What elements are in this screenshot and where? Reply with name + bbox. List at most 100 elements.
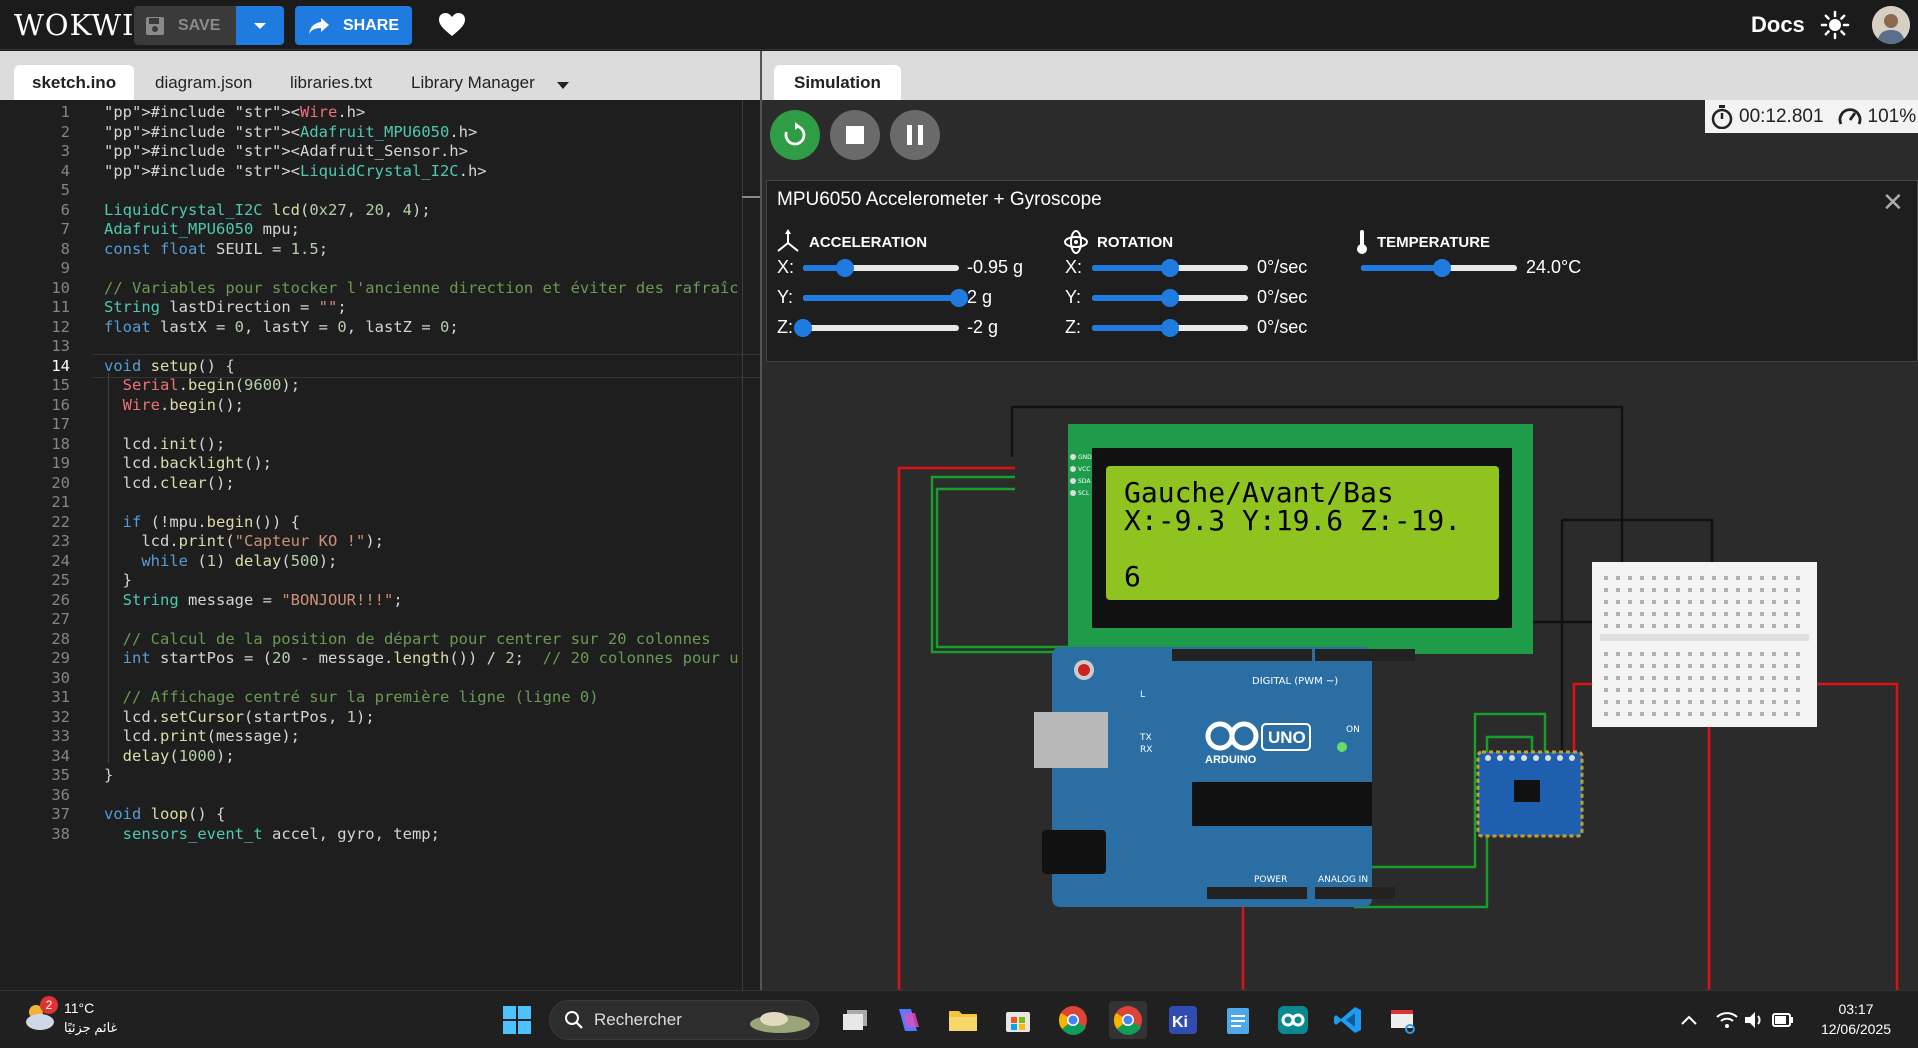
simulation-panel: 00:12.801 101% MPU6050 Accelerometer + G… <box>760 100 1918 990</box>
rotation-icon <box>1064 230 1088 254</box>
snipping-tool-icon[interactable] <box>1384 1001 1422 1039</box>
rot-y-slider[interactable] <box>1092 289 1248 307</box>
kicad-icon[interactable]: Ki <box>1164 1001 1202 1039</box>
temperature-fill <box>1361 265 1443 271</box>
save-button[interactable]: SAVE <box>134 6 236 45</box>
tabs-menu-chevron-icon[interactable] <box>557 77 569 95</box>
close-icon[interactable]: ✕ <box>1882 187 1904 218</box>
rot-x-knob[interactable] <box>1161 259 1179 277</box>
accel-z-slider[interactable] <box>794 319 959 337</box>
tab-sketch-ino[interactable]: sketch.ino <box>14 65 135 100</box>
arduino-ide-icon[interactable] <box>1274 1001 1312 1039</box>
notepad-icon[interactable] <box>1219 1001 1257 1039</box>
battery-icon[interactable] <box>1764 1001 1802 1039</box>
taskbar-search[interactable]: Rechercher <box>549 1000 819 1040</box>
lcd-line-2: X:-9.3 Y:19.6 Z:-19. <box>1124 504 1461 537</box>
chrome-active-window-icon[interactable] <box>1109 1001 1147 1039</box>
code-line[interactable]: const float SEUIL = 1.5; <box>104 237 328 261</box>
save-icon <box>146 16 164 35</box>
pause-button[interactable] <box>890 110 940 160</box>
circuit-canvas[interactable]: Gauche/Avant/Bas X:-9.3 Y:19.6 Z:-19. 6 … <box>762 362 1918 990</box>
tab-diagram-json[interactable]: diagram.json <box>137 65 270 100</box>
arduino-power-label: POWER <box>1254 875 1287 885</box>
accel-y-label: Y: <box>777 287 794 307</box>
code-line[interactable]: String message = "BONJOUR!!!"; <box>104 588 403 612</box>
simulation-tabs: Simulation <box>760 51 1918 100</box>
windows-start-icon[interactable] <box>498 1001 536 1039</box>
chevron-up-icon[interactable] <box>1670 1001 1708 1039</box>
tab-simulation[interactable]: Simulation <box>774 65 901 100</box>
temperature-slider[interactable] <box>1361 259 1517 277</box>
rot-x-slider[interactable] <box>1092 259 1248 277</box>
editor-scrollbar-thumb[interactable] <box>742 196 760 198</box>
code-line[interactable]: delay(1000); <box>104 744 235 768</box>
user-avatar[interactable] <box>1872 6 1910 44</box>
theme-toggle-sun-icon[interactable] <box>1820 10 1850 45</box>
code-line[interactable]: } <box>104 763 113 787</box>
accel-z-knob[interactable] <box>794 319 812 337</box>
code-editor[interactable]: 1 2 3 4 5 6 7 8 9 10 11 12 13 14 15 16 17 18 19 20 21 22 23 24 2… <box>0 100 760 990</box>
arduino-analog-label: ANALOG IN <box>1318 875 1368 885</box>
rot-x-label: X: <box>1065 257 1083 277</box>
indent-guide <box>108 373 109 763</box>
rot-z-value: 0°/sec <box>1257 317 1308 337</box>
simulation-timer: 00:12.801 101% <box>1705 100 1918 133</box>
mpu6050-module <box>1476 750 1584 838</box>
accel-y-slider[interactable] <box>803 289 968 307</box>
accel-y-value: 2 g <box>967 287 993 307</box>
stop-button[interactable] <box>830 110 880 160</box>
rot-z-knob[interactable] <box>1161 319 1179 337</box>
editor-tabs: sketch.ino diagram.json libraries.txt Li… <box>0 51 760 100</box>
share-button[interactable]: SHARE <box>295 6 412 45</box>
mpu-panel-title: MPU6050 Accelerometer + Gyroscope <box>777 189 1102 210</box>
chrome-icon[interactable] <box>1054 1001 1092 1039</box>
heart-icon[interactable] <box>438 12 466 43</box>
rot-z-slider[interactable] <box>1092 319 1248 337</box>
task-view-icon[interactable] <box>836 1001 874 1039</box>
microsoft-store-icon[interactable] <box>999 1001 1037 1039</box>
code-line[interactable]: float lastX = 0, lastY = 0, lastZ = 0; <box>104 315 459 339</box>
tab-library-manager[interactable]: Library Manager <box>393 65 553 100</box>
mini-breadboard <box>1592 562 1817 727</box>
accel-x-knob[interactable] <box>836 259 855 277</box>
rot-y-fill <box>1092 295 1170 301</box>
docs-link[interactable]: Docs <box>1751 12 1805 38</box>
thermometer-icon <box>1357 230 1367 254</box>
acceleration-label: ACCELERATION <box>809 233 928 251</box>
vscode-icon[interactable] <box>1329 1001 1367 1039</box>
rot-x-value: 0°/sec <box>1257 257 1308 277</box>
wire-red-left <box>897 466 1015 990</box>
arduino-digital-label: DIGITAL (PWM ~) <box>1252 676 1338 687</box>
timer-value: 00:12.801 <box>1739 105 1824 127</box>
wokwi-logo[interactable]: WOKWI <box>14 8 134 42</box>
rot-y-knob[interactable] <box>1161 289 1179 307</box>
copilot-icon[interactable] <box>889 1001 927 1039</box>
mpu6050-control-panel: MPU6050 Accelerometer + Gyroscope ✕ ACCE… <box>766 180 1918 362</box>
restart-button[interactable] <box>770 110 820 160</box>
search-placeholder: Rechercher <box>594 1010 682 1029</box>
line-number: 38 <box>51 824 70 843</box>
tab-libraries-txt[interactable]: libraries.txt <box>272 65 390 100</box>
top-bar: WOKWI SAVE SHARE Docs <box>0 0 1918 50</box>
accel-x-slider[interactable] <box>803 259 959 277</box>
code-line[interactable]: lcd.clear(); <box>104 471 235 495</box>
clock-time: 03:17 <box>1838 1001 1874 1017</box>
code-line[interactable]: int startPos = (20 - message.length()) /… <box>104 646 739 670</box>
code-line[interactable]: "pp">#include "str"><LiquidCrystal_I2C.h… <box>104 159 487 183</box>
lcd-pin-sda: SDA <box>1078 478 1091 485</box>
temperature-knob[interactable] <box>1433 259 1452 277</box>
rot-z-fill <box>1092 325 1170 331</box>
code-line[interactable]: Wire.begin(); <box>104 393 244 417</box>
code-line[interactable]: while (1) delay(500); <box>104 549 337 573</box>
notification-badge: 2 <box>40 996 58 1014</box>
save-dropdown-button[interactable] <box>236 6 284 45</box>
axes-icon <box>777 229 799 252</box>
weather-temperature: 11°C <box>64 1000 95 1016</box>
accel-y-knob[interactable] <box>950 289 968 307</box>
arduino-brand-label: ARDUINO <box>1205 754 1257 766</box>
wire-red-mpu <box>1572 682 1592 754</box>
file-explorer-icon[interactable] <box>944 1001 982 1039</box>
system-clock[interactable]: 03:17 12/06/2025 <box>1806 999 1906 1039</box>
windows-taskbar: 2 11°C غائم جزئيًا Rechercher Ki 03:17 1… <box>0 990 1918 1048</box>
code-line[interactable]: sensors_event_t accel, gyro, temp; <box>104 822 440 846</box>
